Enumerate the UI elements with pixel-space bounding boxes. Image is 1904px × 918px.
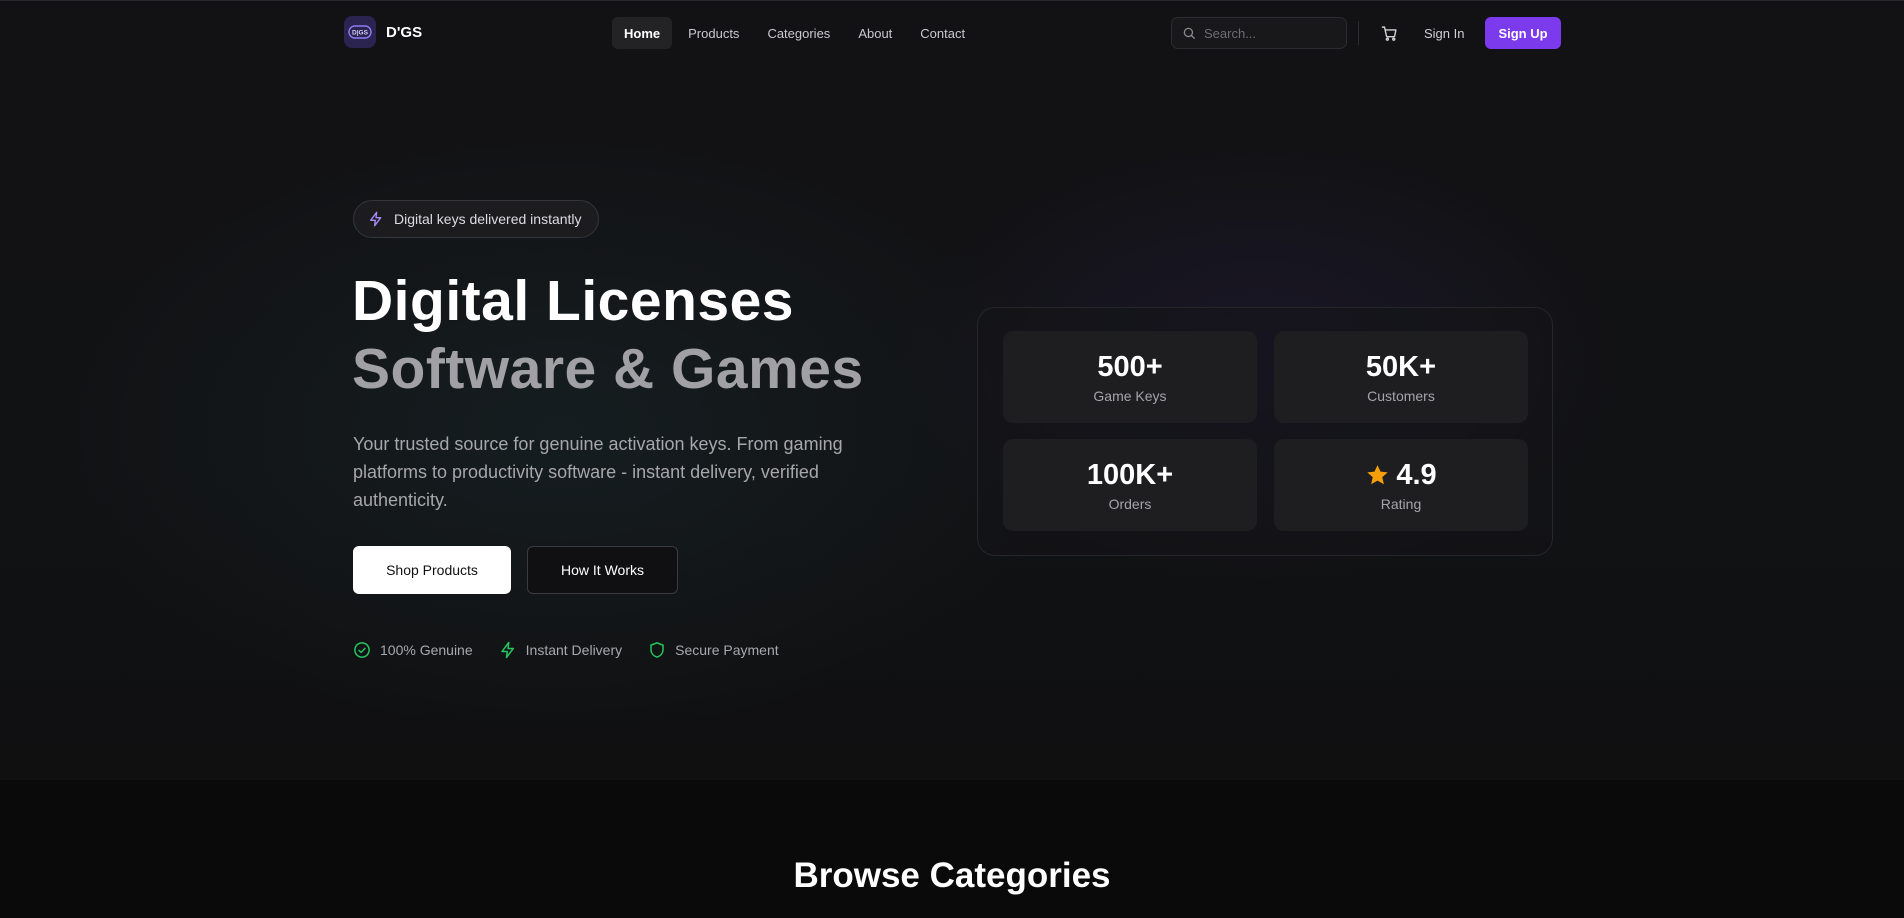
stat-value-row: 4.9 [1365,458,1437,492]
brand-name: D'GS [386,23,423,41]
trust-secure: Secure Payment [648,641,779,659]
trust-label: Instant Delivery [525,642,623,658]
logo-badge-text: D|GS [352,30,369,37]
trust-label: 100% Genuine [380,642,473,658]
trust-badges: 100% Genuine Instant Delivery Secure Pay… [353,641,779,659]
stat-card: 500+ Game Keys [1003,331,1257,423]
hero-description: Your trusted source for genuine activati… [353,434,843,510]
navbar: D|GS D'GS Home Products Categories About… [0,0,1904,66]
trust-delivery: Instant Delivery [499,641,622,659]
cart-icon [1381,25,1397,41]
stat-label: Rating [1380,496,1422,512]
badge-text: Digital keys delivered instantly [394,211,582,227]
search-box[interactable] [1171,17,1347,49]
hero-title-line1: Digital Licenses [352,269,794,333]
hero-section [0,0,1904,780]
nav-categories[interactable]: Categories [755,17,842,49]
star-icon [1367,464,1389,484]
lightning-icon [370,211,382,227]
cart-button[interactable] [1378,22,1400,44]
search-input[interactable] [1204,25,1334,41]
sign-up-button[interactable]: Sign Up [1485,17,1561,49]
nav-contact[interactable]: Contact [908,17,977,49]
how-it-works-button[interactable]: How It Works [527,546,678,594]
stat-label: Orders [1108,496,1152,512]
stat-value: 500+ [1097,351,1163,383]
stat-card-rating: 4.9 Rating [1274,439,1528,531]
nav-home[interactable]: Home [612,17,673,49]
stat-value: 50K+ [1365,351,1437,383]
stat-label: Customers [1367,388,1435,404]
logo[interactable]: D|GS D'GS [344,16,422,48]
lightning-icon [500,641,514,659]
trust-genuine: 100% Genuine [353,641,473,659]
search-icon [1183,27,1195,39]
nav-divider [1358,21,1359,45]
logo-badge-icon: D|GS [344,16,376,48]
nav-about[interactable]: About [846,17,904,49]
stat-value: 100K+ [1086,459,1174,491]
sign-in-link[interactable]: Sign In [1424,17,1464,49]
trust-label: Secure Payment [675,642,779,658]
check-circle-icon [354,642,370,658]
stat-value: 4.9 [1396,459,1437,491]
hero-title-line2: Software & Games [352,337,864,401]
stat-card: 100K+ Orders [1003,439,1257,531]
stats-panel: 500+ Game Keys 50K+ Customers 100K+ Orde… [977,307,1553,556]
shield-icon [650,642,664,658]
main-menu: Home Products Categories About Contact [612,17,977,49]
stat-label: Game Keys [1093,388,1167,404]
stat-card: 50K+ Customers [1274,331,1528,423]
nav-products[interactable]: Products [676,17,751,49]
categories-section [0,780,1904,918]
instant-delivery-badge: Digital keys delivered instantly [353,200,599,238]
shop-products-button[interactable]: Shop Products [353,546,511,594]
browse-categories-heading: Browse Categories [793,856,1111,895]
